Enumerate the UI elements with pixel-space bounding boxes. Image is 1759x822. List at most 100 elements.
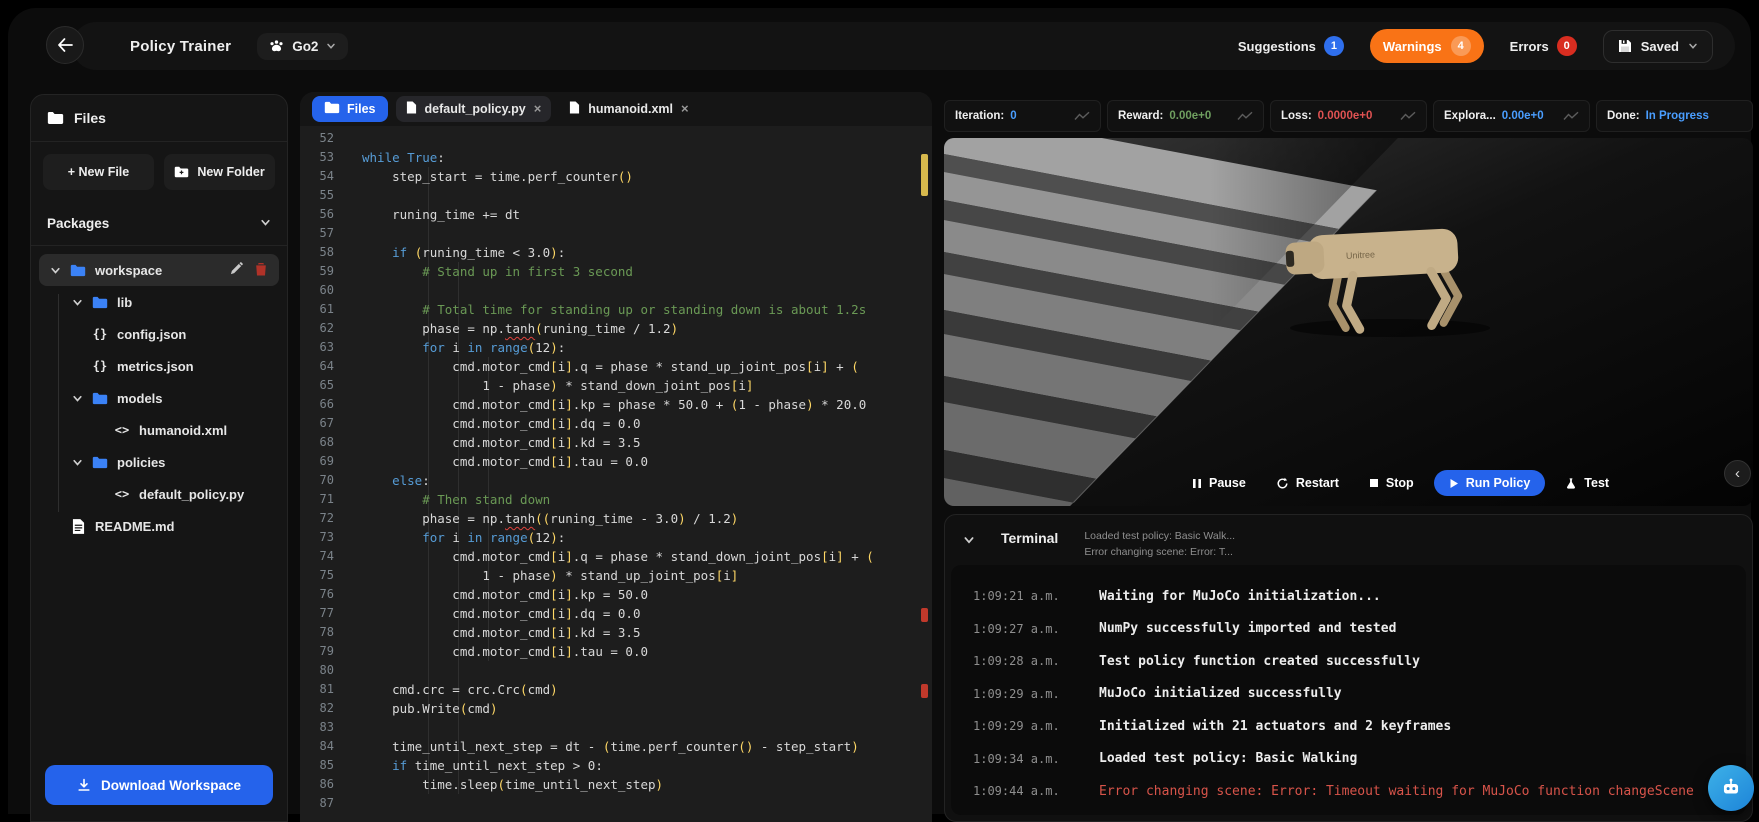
suggestions-button[interactable]: Suggestions 1 xyxy=(1238,36,1344,56)
code-line-87[interactable]: 87 xyxy=(300,794,932,813)
tree-item-humanoid.xml[interactable]: <>humanoid.xml xyxy=(39,414,279,446)
tab-default_policy.py[interactable]: default_policy.py × xyxy=(396,96,552,122)
code-icon: <> xyxy=(113,487,131,501)
code-line-84[interactable]: 84 time_until_next_step = dt - (time.per… xyxy=(300,737,932,756)
robot-selector[interactable]: Go2 xyxy=(257,33,348,60)
line-number: 64 xyxy=(300,357,350,376)
tab-label: default_policy.py xyxy=(425,102,526,116)
tree-item-workspace[interactable]: workspace xyxy=(39,254,279,286)
code-line-54[interactable]: 54 step_start = time.perf_counter() xyxy=(300,167,932,186)
code-line-86[interactable]: 86 time.sleep(time_until_next_step) xyxy=(300,775,932,794)
line-number: 59 xyxy=(300,262,350,281)
code-line-64[interactable]: 64 cmd.motor_cmd[i].q = phase * stand_up… xyxy=(300,357,932,376)
code-line-75[interactable]: 75 1 - phase) * stand_up_joint_pos[i] xyxy=(300,566,932,585)
code-line-57[interactable]: 57 xyxy=(300,224,932,243)
code-line-68[interactable]: 68 cmd.motor_cmd[i].kd = 3.5 xyxy=(300,433,932,452)
chevron-left-icon: ‹ xyxy=(1735,465,1740,482)
back-button[interactable] xyxy=(46,26,84,64)
code-line-52[interactable]: 52 xyxy=(300,129,932,148)
line-number: 70 xyxy=(300,471,350,490)
code-line-79[interactable]: 79 cmd.motor_cmd[i].tau = 0.0 xyxy=(300,642,932,661)
tab-label: Files xyxy=(347,102,376,116)
code-line-67[interactable]: 67 cmd.motor_cmd[i].dq = 0.0 xyxy=(300,414,932,433)
tree-item-config.json[interactable]: {}config.json xyxy=(39,318,279,350)
back-arrow-icon xyxy=(57,38,73,52)
code-line-78[interactable]: 78 cmd.motor_cmd[i].kd = 3.5 xyxy=(300,623,932,642)
rename-icon[interactable] xyxy=(230,262,243,279)
code-line-65[interactable]: 65 1 - phase) * stand_down_joint_pos[i] xyxy=(300,376,932,395)
tree-item-default_policy.py[interactable]: <>default_policy.py xyxy=(39,478,279,510)
assistant-bot-button[interactable] xyxy=(1708,765,1754,811)
new-file-label: + New File xyxy=(68,165,129,179)
line-number: 82 xyxy=(300,699,350,718)
code-line-62[interactable]: 62 phase = np.tanh(runing_time / 1.2) xyxy=(300,319,932,338)
code-line-74[interactable]: 74 cmd.motor_cmd[i].q = phase * stand_do… xyxy=(300,547,932,566)
pause-button[interactable]: Pause xyxy=(1182,470,1256,496)
metric-card-explora[interactable]: Explora...0.00e+0 xyxy=(1433,100,1590,132)
terminal-log[interactable]: 1:09:21 a.m.Waiting for MuJoCo initializ… xyxy=(951,565,1746,815)
run-policy-button[interactable]: Run Policy xyxy=(1434,470,1546,496)
code-line-69[interactable]: 69 cmd.motor_cmd[i].tau = 0.0 xyxy=(300,452,932,471)
code-line-85[interactable]: 85 if time_until_next_step > 0: xyxy=(300,756,932,775)
simulation-viewport[interactable]: Unitree PauseRestartStopRun PolicyTest ‹ xyxy=(944,138,1753,506)
code-line-73[interactable]: 73 for i in range(12): xyxy=(300,528,932,547)
tree-item-README.md[interactable]: README.md xyxy=(39,510,279,542)
code-line-55[interactable]: 55 xyxy=(300,186,932,205)
tree-item-models[interactable]: models xyxy=(39,382,279,414)
page-title: Policy Trainer xyxy=(130,38,231,55)
new-folder-button[interactable]: New Folder xyxy=(164,154,275,190)
tab-files[interactable]: Files xyxy=(312,96,388,122)
stop-button[interactable]: Stop xyxy=(1359,470,1424,496)
metric-card-loss[interactable]: Loss:0.0000e+0 xyxy=(1270,100,1427,132)
tree-item-label: models xyxy=(117,391,163,406)
code-line-58[interactable]: 58 if (runing_time < 3.0): xyxy=(300,243,932,262)
tab-humanoid.xml[interactable]: humanoid.xml × xyxy=(559,96,698,122)
metrics-bar: Iteration:0Reward:0.00e+0Loss:0.0000e+0E… xyxy=(944,100,1753,132)
code-area[interactable]: 5253while True:54 step_start = time.perf… xyxy=(300,126,932,822)
errors-button[interactable]: Errors 0 xyxy=(1510,36,1577,56)
tab-label: humanoid.xml xyxy=(588,102,673,116)
metric-card-reward[interactable]: Reward:0.00e+0 xyxy=(1107,100,1264,132)
code-line-72[interactable]: 72 phase = np.tanh((runing_time - 3.0) /… xyxy=(300,509,932,528)
code-line-71[interactable]: 71 # Then stand down xyxy=(300,490,932,509)
chevron-down-icon[interactable] xyxy=(963,534,975,546)
metric-card-done[interactable]: Done:In Progress xyxy=(1596,100,1753,132)
test-button[interactable]: Test xyxy=(1555,470,1619,496)
code-line-66[interactable]: 66 cmd.motor_cmd[i].kp = phase * 50.0 + … xyxy=(300,395,932,414)
close-icon[interactable]: × xyxy=(534,102,542,116)
collapse-panel-button[interactable]: ‹ xyxy=(1724,460,1751,487)
restart-button[interactable]: Restart xyxy=(1266,470,1349,496)
scrollbar-warning-marker[interactable] xyxy=(921,154,928,196)
code-line-82[interactable]: 82 pub.Write(cmd) xyxy=(300,699,932,718)
code-line-53[interactable]: 53while True: xyxy=(300,148,932,167)
code-line-77[interactable]: 77 cmd.motor_cmd[i].dq = 0.0 xyxy=(300,604,932,623)
code-line-81[interactable]: 81 cmd.crc = crc.Crc(cmd) xyxy=(300,680,932,699)
code-line-83[interactable]: 83 xyxy=(300,718,932,737)
tree-item-policies[interactable]: policies xyxy=(39,446,279,478)
warnings-button[interactable]: Warnings 4 xyxy=(1370,29,1484,63)
tree-item-metrics.json[interactable]: {}metrics.json xyxy=(39,350,279,382)
saved-button[interactable]: Saved xyxy=(1603,30,1713,63)
packages-section-toggle[interactable]: Packages xyxy=(31,202,287,246)
download-workspace-button[interactable]: Download Workspace xyxy=(45,765,273,805)
code-line-76[interactable]: 76 cmd.motor_cmd[i].kp = 50.0 xyxy=(300,585,932,604)
delete-icon[interactable] xyxy=(255,262,267,279)
scrollbar-error-marker[interactable] xyxy=(921,608,928,622)
log-message: Loaded test policy: Basic Walking xyxy=(1099,751,1357,766)
scrollbar-error-marker[interactable] xyxy=(921,684,928,698)
warnings-count-badge: 4 xyxy=(1451,36,1471,56)
code-line-80[interactable]: 80 xyxy=(300,661,932,680)
code-line-63[interactable]: 63 for i in range(12): xyxy=(300,338,932,357)
metric-card-iteration[interactable]: Iteration:0 xyxy=(944,100,1101,132)
log-timestamp: 1:09:21 a.m. xyxy=(973,589,1073,603)
new-file-button[interactable]: + New File xyxy=(43,154,154,190)
code-line-70[interactable]: 70 else: xyxy=(300,471,932,490)
code-line-60[interactable]: 60 xyxy=(300,281,932,300)
terminal-log-row: 1:09:44 a.m.Error changing scene: Error:… xyxy=(973,775,1724,808)
code-line-61[interactable]: 61 # Total time for standing up or stand… xyxy=(300,300,932,319)
log-message: MuJoCo initialized successfully xyxy=(1099,686,1342,701)
code-line-56[interactable]: 56 runing_time += dt xyxy=(300,205,932,224)
close-icon[interactable]: × xyxy=(681,102,689,116)
tree-item-lib[interactable]: lib xyxy=(39,286,279,318)
code-line-59[interactable]: 59 # Stand up in first 3 second xyxy=(300,262,932,281)
